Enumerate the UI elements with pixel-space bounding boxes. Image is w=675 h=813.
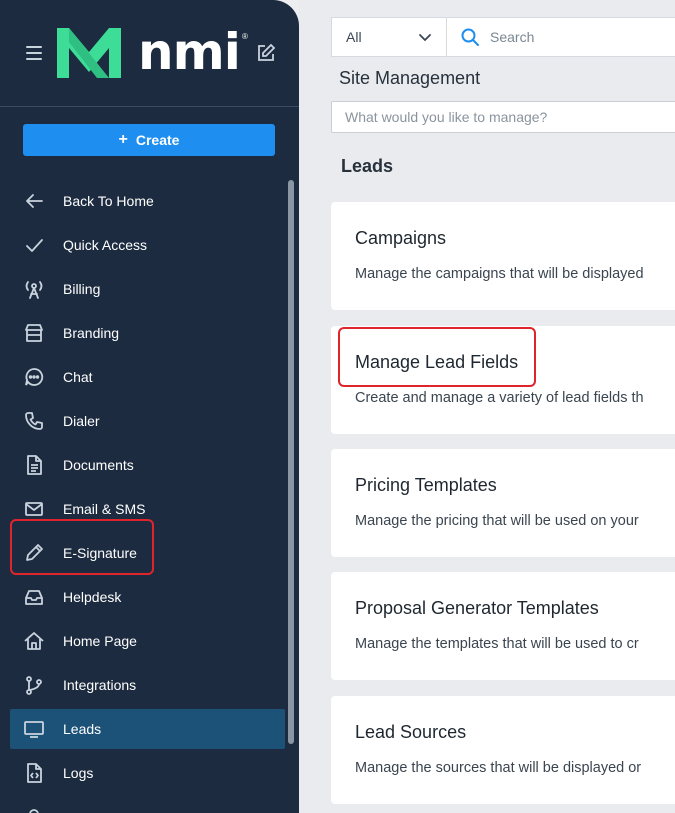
create-button-label: Create xyxy=(135,132,180,148)
sidebar-item-label: Documents xyxy=(63,457,134,473)
card-title: Lead Sources xyxy=(355,722,467,742)
edit-icon[interactable] xyxy=(255,42,277,64)
filter-dropdown[interactable]: All xyxy=(332,18,447,56)
chevron-down-icon xyxy=(419,34,431,42)
storefront-icon xyxy=(23,322,45,344)
main-content: All Site Management Leads Campaigns Mana… xyxy=(299,0,675,813)
sidebar-item-label: Dialer xyxy=(63,413,100,429)
code-file-icon xyxy=(23,762,45,784)
registered-mark: ® xyxy=(242,32,248,41)
sidebar-item-label: E-Signature xyxy=(63,545,137,561)
inbox-icon xyxy=(23,586,45,608)
check-icon xyxy=(23,234,45,256)
search-input[interactable] xyxy=(490,29,675,45)
card-description: Create and manage a variety of lead fiel… xyxy=(355,390,644,406)
card-manage-lead-fields[interactable]: Manage Lead Fields Create and manage a v… xyxy=(331,326,675,434)
document-icon xyxy=(23,454,45,476)
antenna-icon xyxy=(23,278,45,300)
sidebar-item-logs[interactable]: Logs xyxy=(0,751,299,795)
sidebar-item-label: Billing xyxy=(63,281,101,297)
sidebar-nav: Back To Home Quick Access Billing Brandi… xyxy=(0,179,299,813)
card-description: Manage the sources that will be displaye… xyxy=(355,760,642,776)
filter-dropdown-value: All xyxy=(346,29,362,45)
sidebar-header: nmi ® xyxy=(0,0,299,107)
card-lead-sources[interactable]: Lead Sources Manage the sources that wil… xyxy=(331,696,675,804)
sidebar-item-label: Quick Access xyxy=(63,237,148,253)
sidebar-item-label: Email & SMS xyxy=(63,501,146,517)
pen-icon xyxy=(23,542,45,564)
card-pricing-templates[interactable]: Pricing Templates Manage the pricing tha… xyxy=(331,449,675,557)
sidebar-item-integrations[interactable]: Integrations xyxy=(0,663,299,707)
sidebar-item-quick-access[interactable]: Quick Access xyxy=(0,223,299,267)
sidebar: nmi ® + Create Back To Home Quick Access xyxy=(0,0,299,813)
sidebar-item-label: Helpdesk xyxy=(63,589,122,605)
page-title: Site Management xyxy=(339,68,481,88)
sidebar-item-leads[interactable]: Leads xyxy=(0,707,299,751)
sidebar-item-label: Back To Home xyxy=(63,193,154,209)
sidebar-item-helpdesk[interactable]: Helpdesk xyxy=(0,575,299,619)
top-search-bar: All xyxy=(331,17,675,57)
card-campaigns[interactable]: Campaigns Manage the campaigns that will… xyxy=(331,202,675,310)
manage-search-input[interactable] xyxy=(331,101,675,133)
plus-icon: + xyxy=(118,131,128,148)
sidebar-item-documents[interactable]: Documents xyxy=(0,443,299,487)
sidebar-item-branding[interactable]: Branding xyxy=(0,311,299,355)
pin-icon xyxy=(23,806,45,813)
sidebar-item-chat[interactable]: Chat xyxy=(0,355,299,399)
sidebar-item-label: Integrations xyxy=(63,677,137,693)
card-description: Manage the pricing that will be used on … xyxy=(355,513,639,529)
sidebar-item-label: Leads xyxy=(63,721,102,737)
sidebar-item-home-page[interactable]: Home Page xyxy=(0,619,299,663)
phone-icon xyxy=(23,410,45,432)
nmi-logo-icon xyxy=(57,28,121,78)
card-title: Pricing Templates xyxy=(355,475,497,495)
sidebar-item-label: Chat xyxy=(63,369,93,385)
hamburger-menu-icon[interactable] xyxy=(26,46,42,60)
monitor-icon xyxy=(23,718,45,740)
sidebar-item-label: Home Page xyxy=(63,633,137,649)
card-description: Manage the templates that will be used t… xyxy=(355,636,639,652)
card-title: Manage Lead Fields xyxy=(355,352,519,372)
git-branch-icon xyxy=(23,674,45,696)
sidebar-item-partial[interactable] xyxy=(0,795,299,813)
card-title: Proposal Generator Templates xyxy=(355,598,599,618)
search-icon xyxy=(461,28,479,46)
brand-name: nmi xyxy=(138,23,241,81)
card-description: Manage the campaigns that will be displa… xyxy=(355,266,644,282)
sidebar-scrollbar[interactable] xyxy=(288,180,294,744)
create-button[interactable]: + Create xyxy=(23,124,275,156)
section-title: Leads xyxy=(341,156,394,176)
sidebar-item-e-signature[interactable]: E-Signature xyxy=(0,531,299,575)
sidebar-item-email-sms[interactable]: Email & SMS xyxy=(0,487,299,531)
sidebar-item-dialer[interactable]: Dialer xyxy=(0,399,299,443)
chat-bubble-icon xyxy=(23,366,45,388)
card-title: Campaigns xyxy=(355,228,447,248)
house-icon xyxy=(23,630,45,652)
sidebar-item-label: Logs xyxy=(63,765,94,781)
card-proposal-generator-templates[interactable]: Proposal Generator Templates Manage the … xyxy=(331,572,675,680)
arrow-left-icon xyxy=(23,190,45,212)
sidebar-item-billing[interactable]: Billing xyxy=(0,267,299,311)
search-box xyxy=(447,27,675,47)
sidebar-item-back-to-home[interactable]: Back To Home xyxy=(0,179,299,223)
sidebar-item-label: Branding xyxy=(63,325,120,341)
envelope-icon xyxy=(23,498,45,520)
